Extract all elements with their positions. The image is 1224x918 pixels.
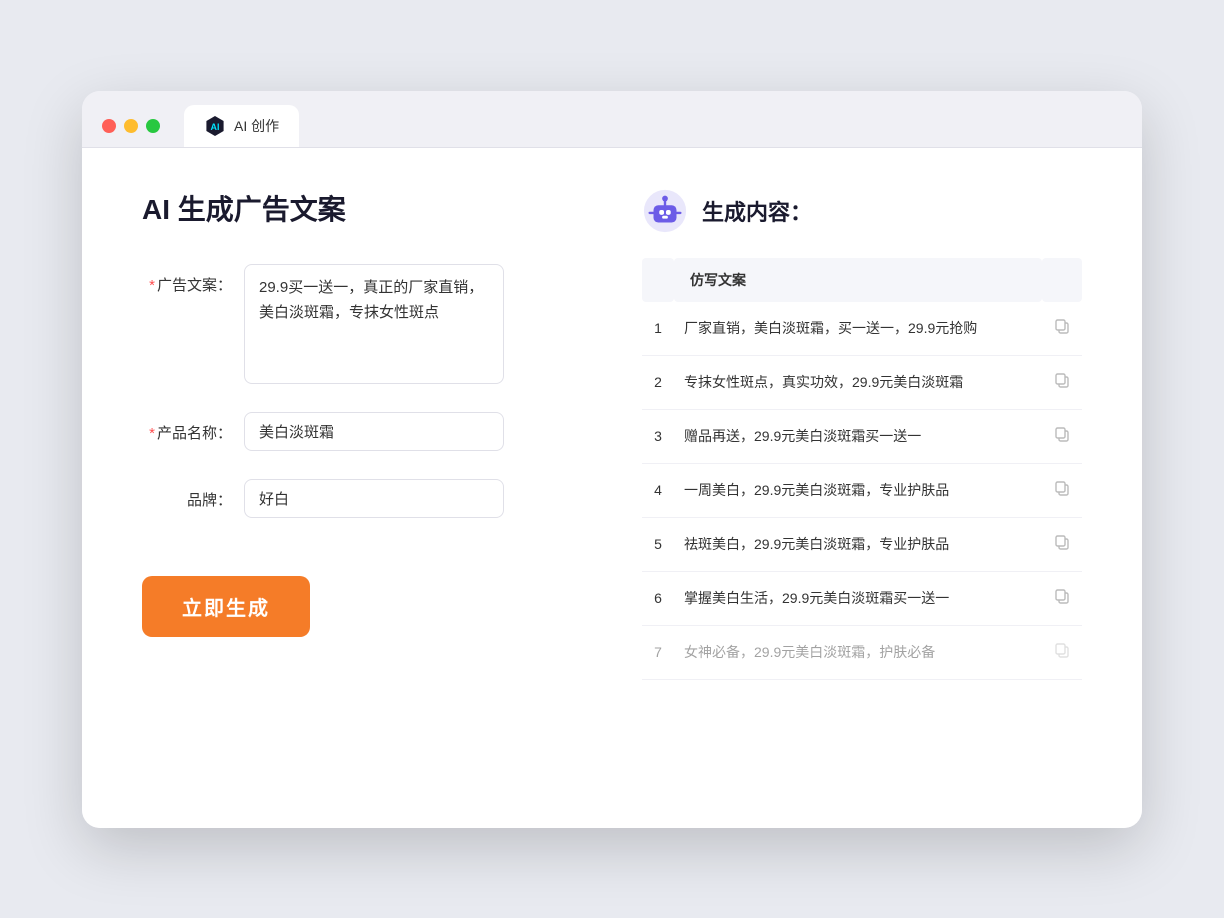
row-text: 赠品再送，29.9元美白淡斑霜买一送一 [674,409,1042,463]
ai-tab-icon: AI [204,115,226,137]
svg-text:AI: AI [211,122,220,132]
brand-group: 品牌： [142,479,582,518]
table-row: 6掌握美白生活，29.9元美白淡斑霜买一送一 [642,571,1082,625]
row-number: 4 [642,463,674,517]
table-row: 2专抹女性斑点，真实功效，29.9元美白淡斑霜 [642,355,1082,409]
right-header: 生成内容： [642,188,1082,234]
maximize-button[interactable] [146,119,160,133]
table-row: 7女神必备，29.9元美白淡斑霜，护肤必备 [642,625,1082,679]
main-layout: AI 生成广告文案 *广告文案： *产品名称： 品 [142,188,1082,680]
product-name-group: *产品名称： [142,412,582,451]
ad-copy-input[interactable] [244,264,504,384]
row-text: 女神必备，29.9元美白淡斑霜，护肤必备 [674,625,1042,679]
row-text: 祛斑美白，29.9元美白淡斑霜，专业护肤品 [674,517,1042,571]
product-name-label: *产品名称： [142,412,232,443]
copy-cell [1042,355,1082,409]
copy-cell [1042,409,1082,463]
table-row: 3赠品再送，29.9元美白淡斑霜买一送一 [642,409,1082,463]
copy-cell [1042,302,1082,356]
product-name-input[interactable] [244,412,504,451]
robot-icon [642,188,688,234]
brand-input[interactable] [244,479,504,518]
row-text: 专抹女性斑点，真实功效，29.9元美白淡斑霜 [674,355,1042,409]
browser-content: AI 生成广告文案 *广告文案： *产品名称： 品 [82,148,1142,828]
table-row: 1厂家直销，美白淡斑霜，买一送一，29.9元抢购 [642,302,1082,356]
browser-window: AI AI 创作 AI 生成广告文案 *广告文案： *产品 [82,91,1142,828]
results-table: 仿写文案 1厂家直销，美白淡斑霜，买一送一，29.9元抢购2专抹女性斑点，真实功… [642,258,1082,680]
browser-titlebar: AI AI 创作 [82,91,1142,148]
row-number: 7 [642,625,674,679]
copy-cell [1042,463,1082,517]
row-text: 一周美白，29.9元美白淡斑霜，专业护肤品 [674,463,1042,517]
table-row: 4一周美白，29.9元美白淡斑霜，专业护肤品 [642,463,1082,517]
ad-copy-group: *广告文案： [142,264,582,384]
traffic-lights [102,119,160,133]
left-panel: AI 生成广告文案 *广告文案： *产品名称： 品 [142,188,582,680]
row-number: 2 [642,355,674,409]
copy-button[interactable] [1052,640,1072,665]
ad-required-mark: * [149,277,155,294]
tab-label: AI 创作 [234,116,279,136]
copy-button[interactable] [1052,316,1072,341]
page-title: AI 生成广告文案 [142,188,582,228]
row-text: 掌握美白生活，29.9元美白淡斑霜买一送一 [674,571,1042,625]
right-panel-title: 生成内容： [702,195,812,227]
generate-button[interactable]: 立即生成 [142,576,310,637]
copy-cell [1042,625,1082,679]
close-button[interactable] [102,119,116,133]
browser-tab[interactable]: AI AI 创作 [184,105,299,147]
ad-copy-label: *广告文案： [142,264,232,295]
row-text: 厂家直销，美白淡斑霜，买一送一，29.9元抢购 [674,302,1042,356]
copy-button[interactable] [1052,532,1072,557]
minimize-button[interactable] [124,119,138,133]
row-number: 5 [642,517,674,571]
product-required-mark: * [149,425,155,442]
row-number: 6 [642,571,674,625]
copy-cell [1042,571,1082,625]
brand-label: 品牌： [142,479,232,510]
right-panel: 生成内容： 仿写文案 1厂家直销，美白淡斑霜，买一送一，29.9元抢购2专抹女性… [642,188,1082,680]
copy-cell [1042,517,1082,571]
table-header: 仿写文案 [674,258,1042,302]
table-row: 5祛斑美白，29.9元美白淡斑霜，专业护肤品 [642,517,1082,571]
row-number: 3 [642,409,674,463]
copy-button[interactable] [1052,586,1072,611]
copy-button[interactable] [1052,478,1072,503]
copy-button[interactable] [1052,370,1072,395]
row-number: 1 [642,302,674,356]
copy-button[interactable] [1052,424,1072,449]
